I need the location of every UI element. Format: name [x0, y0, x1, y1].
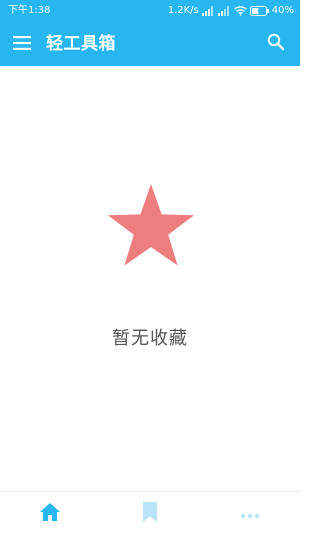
network-speed: 1.2K/s: [167, 5, 199, 16]
nav-more[interactable]: [200, 492, 300, 535]
search-button[interactable]: [264, 32, 288, 56]
signal-icon: [201, 6, 215, 16]
nav-favorites[interactable]: [100, 492, 200, 535]
status-bar: 下午1:38 1.2K/s 40%: [0, 0, 300, 22]
nav-home[interactable]: [0, 492, 100, 535]
status-time: 下午1:38: [8, 5, 51, 16]
signal-icon-2: [217, 6, 231, 16]
app-header: 下午1:38 1.2K/s 40% 轻工具箱: [0, 0, 300, 66]
search-icon: [267, 33, 285, 55]
battery-percent: 40%: [271, 5, 294, 16]
bookmark-icon: [142, 501, 158, 527]
more-icon: [240, 504, 260, 523]
app-title: 轻工具箱: [46, 34, 116, 54]
wifi-icon: [233, 6, 247, 16]
star-icon: [106, 184, 196, 270]
status-indicators: 1.2K/s 40%: [168, 0, 294, 22]
hamburger-menu-icon: [13, 35, 31, 54]
battery-indicator: 40%: [249, 0, 294, 22]
home-icon: [39, 502, 61, 526]
battery-icon: [249, 6, 270, 16]
empty-favorites: 暂无收藏: [0, 66, 300, 491]
toolbar: 轻工具箱: [0, 22, 300, 66]
empty-message: 暂无收藏: [112, 328, 188, 349]
menu-button[interactable]: [10, 32, 34, 56]
bottom-navigation: [0, 491, 300, 535]
